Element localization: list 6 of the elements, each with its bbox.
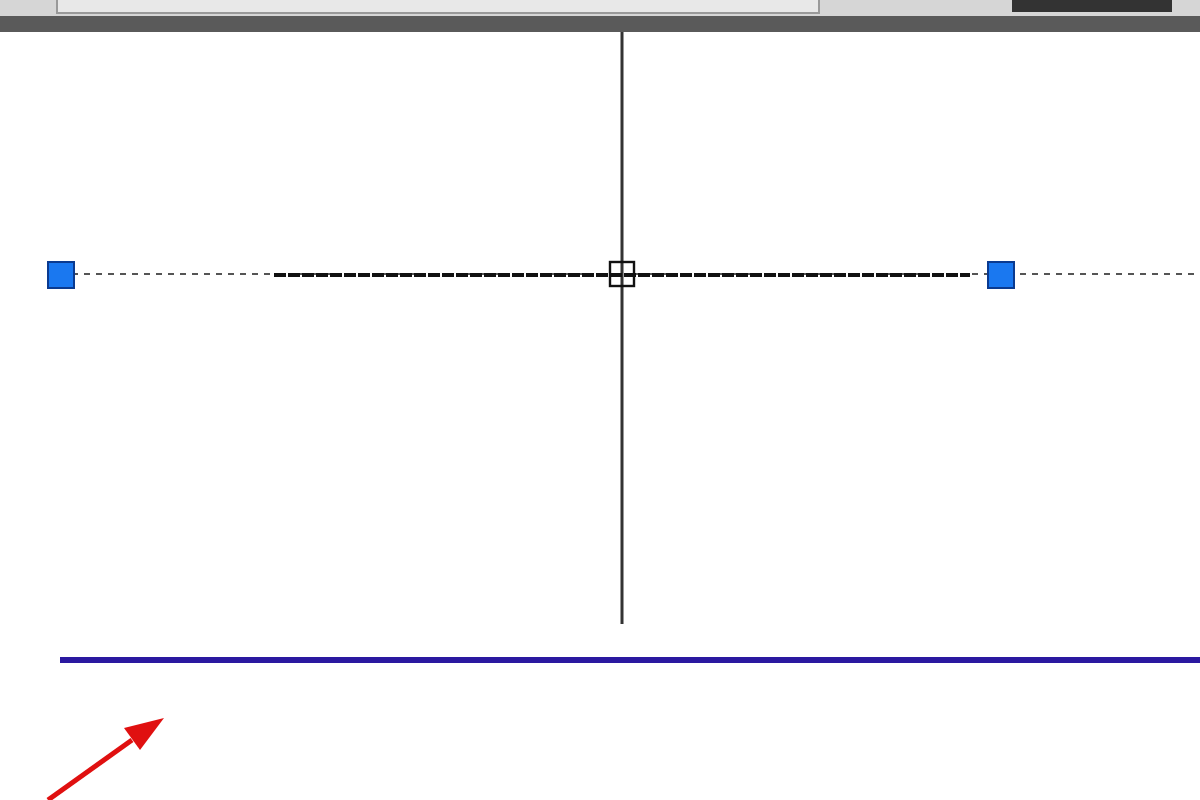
grip-handle[interactable] [47,261,75,289]
toolbar-field[interactable] [56,0,820,14]
pointer-arrow [46,718,164,800]
pickbox-cursor [608,260,636,288]
grip-handle[interactable] [987,261,1015,289]
toolbar-field[interactable] [1012,0,1172,12]
